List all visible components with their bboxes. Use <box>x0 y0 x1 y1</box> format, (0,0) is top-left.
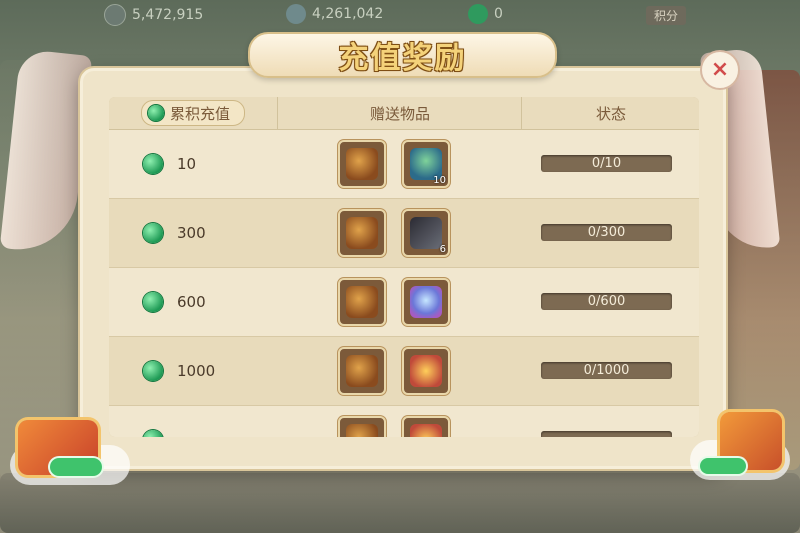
progress-bar: 0/600 <box>541 293 672 310</box>
reward-item-slot[interactable] <box>338 416 386 437</box>
progress-bar: 0/1000 <box>541 362 672 379</box>
jade-icon <box>468 4 488 24</box>
silver-ingot-bag-icon <box>346 217 378 249</box>
table-header: 累积充值 赠送物品 状态 <box>109 97 699 130</box>
jade-coins-icon <box>700 458 746 474</box>
progress-bar <box>541 431 672 437</box>
progress-text: 0/300 <box>587 225 626 240</box>
jade-currency: 0 <box>468 4 503 24</box>
silver-amount: 5,472,915 <box>132 7 204 23</box>
recharge-reward-dialog: 累积充值 赠送物品 状态 10 10 0/10 300 6 0/300 600 … <box>80 68 726 469</box>
row-amount: 1000 <box>177 362 216 380</box>
silver-ingot-bag-icon <box>346 286 378 318</box>
currency-bar: 5,472,915 4,261,042 0 积分 <box>0 0 800 30</box>
silver-currency: 5,472,915 <box>104 4 203 26</box>
silver-ingot-bag-icon <box>346 148 378 180</box>
ingot-amount: 4,261,042 <box>312 6 384 22</box>
progress-text: 0/600 <box>587 294 626 309</box>
table-row: 10 10 0/10 <box>109 130 699 199</box>
close-button[interactable]: × <box>700 50 740 90</box>
ingot-icon <box>286 4 306 24</box>
jade-icon <box>147 105 164 121</box>
header-cumulative: 累积充值 <box>109 97 277 129</box>
item-quantity: 10 <box>433 175 446 186</box>
table-row <box>109 406 699 437</box>
progress-text: 0/1000 <box>583 363 630 378</box>
jade-icon <box>143 292 163 312</box>
reward-item-slot[interactable]: 10 <box>402 140 450 188</box>
cumulative-pill: 累积充值 <box>140 100 245 126</box>
reward-item-slot[interactable] <box>338 278 386 326</box>
table-row: 300 6 0/300 <box>109 199 699 268</box>
silver-ingot-bag-icon <box>346 424 378 437</box>
dark-blade-icon <box>410 217 442 249</box>
header-gifts: 赠送物品 <box>277 97 522 129</box>
jade-icon <box>143 361 163 381</box>
progress-bar: 0/300 <box>541 224 672 241</box>
reward-item-slot[interactable] <box>402 278 450 326</box>
silver-ingot-bag-icon <box>346 355 378 387</box>
reward-item-slot[interactable] <box>402 347 450 395</box>
table-row: 600 0/600 <box>109 268 699 337</box>
ingot-currency: 4,261,042 <box>286 4 383 24</box>
reward-table: 累积充值 赠送物品 状态 10 10 0/10 300 6 0/300 600 … <box>109 97 699 437</box>
reward-item-slot[interactable] <box>338 140 386 188</box>
jade-icon <box>143 430 163 437</box>
dialog-title-banner: 充值奖励 <box>248 32 557 78</box>
reward-item-slot[interactable] <box>338 209 386 257</box>
row-amount: 600 <box>177 293 206 311</box>
jade-amount: 0 <box>494 6 503 22</box>
jade-coins-icon <box>50 458 102 476</box>
table-row: 1000 0/1000 <box>109 337 699 406</box>
close-icon: × <box>710 57 730 82</box>
item-quantity: 6 <box>439 244 446 255</box>
reward-item-slot[interactable] <box>402 416 450 437</box>
row-amount: 300 <box>177 224 206 242</box>
header-status: 状态 <box>521 97 699 129</box>
lucky-pouch-icon <box>410 424 442 437</box>
progress-bar: 0/10 <box>541 155 672 172</box>
reward-item-slot[interactable]: 6 <box>402 209 450 257</box>
lucky-pouch-icon <box>410 355 442 387</box>
reward-item-slot[interactable] <box>338 347 386 395</box>
jade-icon <box>143 223 163 243</box>
dialog-title: 充值奖励 <box>338 41 467 76</box>
score-button[interactable]: 积分 <box>646 6 687 25</box>
silver-coin-icon <box>104 4 126 26</box>
header-cumulative-label: 累积充值 <box>169 104 230 123</box>
jade-icon <box>143 154 163 174</box>
progress-text: 0/10 <box>591 156 622 171</box>
crystal-orb-icon <box>410 286 442 318</box>
row-amount: 10 <box>177 155 197 173</box>
